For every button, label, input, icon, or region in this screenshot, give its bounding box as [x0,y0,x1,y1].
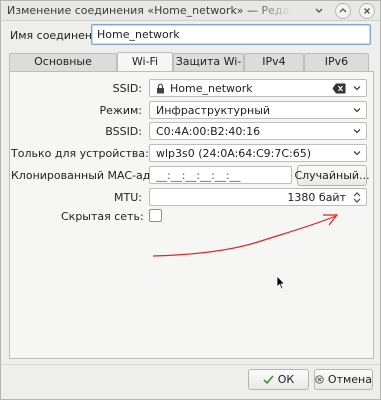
ok-label: ОК [277,373,295,386]
lock-icon [157,83,164,94]
device-combo[interactable]: wlp3s0 (24:0A:64:C9:7C:65) [149,144,367,162]
spin-updown-icon[interactable] [352,191,362,204]
tab-ipv6[interactable]: IPv6 [304,53,369,71]
tab-general[interactable]: Основные параметры [9,53,117,84]
ssid-combo[interactable]: Home_network [149,79,367,97]
cancel-label: Отмена [327,373,372,386]
mouse-cursor-icon [276,275,286,290]
close-icon [364,8,370,14]
cloned-mac-label: Клонированный MAC-адрес: [11,169,174,182]
ssid-label: SSID: [112,82,142,95]
device-value: wlp3s0 (24:0A:64:C9:7C:65) [156,147,312,160]
mtu-value: 1380 байт [287,191,346,204]
tab-ipv4[interactable]: IPv4 [244,53,304,71]
ssid-value: Home_network [170,82,253,95]
bssid-combo[interactable]: C0:4A:00:B2:40:16 [149,122,367,140]
mtu-label: MTU: [114,191,142,204]
mode-label: Режим: [99,104,142,117]
annotation-arrow [152,214,339,257]
cancel-icon [315,375,324,384]
bssid-label: BSSID: [105,125,142,138]
minimize-button[interactable] [311,3,327,19]
chevron-down-icon [353,129,361,134]
bssid-value: C0:4A:00:B2:40:16 [156,125,261,138]
chevron-down-icon [353,108,361,113]
tab-wifi-security[interactable]: Защита Wi-Fi [173,53,244,84]
close-button[interactable] [359,3,375,19]
checkmark-icon [263,374,274,384]
chevron-down-icon[interactable] [352,83,362,93]
mode-combo[interactable]: Инфраструктурный [149,101,367,119]
mtu-spinbox[interactable]: 1380 байт [149,188,367,206]
device-label: Только для устройства: [11,147,149,160]
maximize-icon [339,8,347,13]
connection-editor-window: Изменение соединения «Home_network» — Ре… [0,0,381,400]
random-mac-button[interactable]: Случайный... [294,165,370,186]
footer-divider [1,364,380,365]
clear-text-icon[interactable] [332,83,346,94]
ok-button[interactable]: ОК [248,369,309,390]
title-bar[interactable]: Изменение соединения «Home_network» — Ре… [1,1,380,21]
mode-value: Инфраструктурный [156,104,271,117]
minimize-icon [315,8,323,13]
maximize-button[interactable] [335,3,351,19]
title-fade [251,1,293,20]
cancel-button[interactable]: Отмена [314,369,373,390]
cloned-mac-input[interactable]: __:__:__:__:__:__ [149,166,292,184]
tab-wifi[interactable]: Wi-Fi [117,52,173,71]
chevron-down-icon [353,151,361,156]
hidden-network-label: Скрытая сеть: [61,210,144,223]
window-title: Изменение соединения «Home_network» — Ре… [7,4,292,17]
connection-name-input[interactable]: Home_network [91,24,371,45]
